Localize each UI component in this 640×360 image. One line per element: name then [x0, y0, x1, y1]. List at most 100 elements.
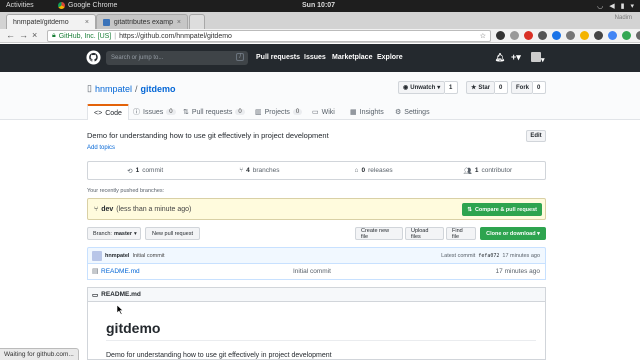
find-file-button[interactable]: Find file	[446, 227, 476, 240]
branch-select-button[interactable]: Branch: master ▾	[87, 227, 141, 240]
activities-button[interactable]: Activities	[6, 2, 34, 9]
chevron-down-icon: ▾	[630, 3, 634, 10]
add-topics-link[interactable]: Add topics	[87, 145, 115, 151]
tab-insights[interactable]: ▦ Insights	[344, 104, 390, 120]
chrome-icon	[58, 2, 65, 9]
extension-icon[interactable]	[524, 31, 533, 40]
fork-button[interactable]: Fork	[511, 81, 533, 94]
extension-icon[interactable]	[552, 31, 561, 40]
address-bar[interactable]: 🔒︎ GitHub, Inc. [US] | https://github.co…	[47, 30, 491, 42]
stat-branches[interactable]: ⑂ 4 branches	[202, 162, 316, 179]
tab-issues[interactable]: ⓘ Issues 0	[127, 104, 182, 120]
stop-icon[interactable]: ×	[32, 30, 37, 40]
upload-files-button[interactable]: Upload files	[405, 227, 444, 240]
watch-count[interactable]: 1	[445, 81, 458, 94]
edit-description-button[interactable]: Edit	[526, 130, 546, 142]
stat-commits[interactable]: ⟲ 1 commit	[88, 162, 202, 179]
star-icon: ★	[471, 85, 477, 91]
unwatch-button[interactable]: ◉ Unwatch ▾	[398, 81, 445, 94]
mouse-cursor-icon	[117, 305, 124, 315]
forward-arrow-icon[interactable]: →	[19, 30, 28, 40]
tab-code[interactable]: <> Code	[87, 104, 129, 120]
extension-icon[interactable]	[608, 31, 617, 40]
extension-icon[interactable]	[566, 31, 575, 40]
notifications-bell-icon[interactable]: 🔔︎	[495, 53, 505, 62]
stat-number: 4	[246, 167, 250, 174]
branch-prefix: Branch:	[93, 230, 112, 237]
create-new-plus-icon[interactable]: +▾	[511, 52, 521, 63]
repo-owner-link[interactable]: hnmpatel	[95, 84, 132, 94]
favicon-icon	[103, 18, 110, 26]
file-row[interactable]: ▤ README.md Initial commit 17 minutes ag…	[87, 264, 546, 280]
tab-label: Projects	[264, 108, 290, 116]
readme-header-label: README.md	[101, 291, 141, 298]
recent-branch-name[interactable]: dev	[101, 206, 113, 213]
branch-name: master	[113, 230, 133, 237]
lock-icon: 🔒︎	[52, 32, 56, 39]
latest-commit-meta: Latest commit fefa072 17 minutes ago	[441, 253, 540, 259]
avatar[interactable]: ▾	[531, 52, 545, 64]
system-tray[interactable]: ◡ ◀ ▮ ▾	[597, 2, 634, 10]
create-new-file-button[interactable]: Create new file	[355, 227, 403, 240]
stat-contributors[interactable]: 👥︎ 1 contributor	[431, 162, 545, 179]
profile-name[interactable]: Nadim	[615, 15, 632, 21]
tab-settings[interactable]: ⚙ Settings	[389, 104, 436, 120]
star-count[interactable]: 0	[495, 81, 508, 94]
gear-icon: ⚙	[395, 109, 402, 116]
app-menu[interactable]: Google Chrome	[58, 2, 117, 9]
browser-tab-gitdemo[interactable]: hnmpatel/gitdemo ×	[6, 14, 96, 29]
file-commit-message[interactable]: Initial commit	[293, 268, 331, 275]
extension-icon[interactable]	[622, 31, 631, 40]
extension-icon[interactable]	[496, 31, 505, 40]
github-logo-icon[interactable]	[86, 50, 101, 65]
tab-label: Settings	[404, 108, 430, 116]
bookmark-star-icon[interactable]: ☆	[480, 32, 486, 40]
commit-sha[interactable]: fefa072	[478, 253, 499, 259]
tab-projects[interactable]: ▥ Projects 0	[249, 104, 308, 120]
nav-pull-requests[interactable]: Pull requests	[256, 54, 300, 61]
compare-pull-request-button[interactable]: ⇅ Compare & pull request	[462, 203, 542, 216]
latest-commit-prefix: Latest commit	[441, 253, 476, 259]
extension-icon[interactable]	[538, 31, 547, 40]
stat-number: 0	[361, 167, 366, 174]
browser-tab-gitattributes[interactable]: gitattributes examp ×	[96, 14, 188, 29]
recent-branch-info: ⑂ dev (less than a minute ago)	[94, 206, 191, 213]
app-name: Google Chrome	[68, 2, 118, 9]
commit-age: 17 minutes ago	[502, 253, 540, 259]
stat-releases[interactable]: ⌂ 0 releases	[317, 162, 431, 179]
nav-issues[interactable]: Issues	[304, 54, 326, 61]
repo-description: Demo for understanding how to use git ef…	[87, 131, 329, 140]
tab-wiki[interactable]: ▭ Wiki	[306, 104, 341, 120]
new-tab-button[interactable]	[189, 14, 205, 29]
extension-icon[interactable]	[510, 31, 519, 40]
tab-pull-requests[interactable]: ⇅ Pull requests 0	[177, 104, 251, 120]
new-pull-request-button[interactable]: New pull request	[145, 227, 200, 240]
clock[interactable]: Sun 10:07	[302, 2, 335, 9]
github-search-input[interactable]: Search or jump to... /	[106, 51, 248, 65]
extension-icon[interactable]	[594, 31, 603, 40]
branch-icon: ⑂	[239, 167, 244, 174]
close-icon[interactable]: ×	[177, 19, 181, 26]
extension-icon[interactable]	[580, 31, 589, 40]
browser-status-bubble: Waiting for github.com...	[0, 348, 79, 360]
author-avatar[interactable]	[92, 251, 102, 261]
extension-icon[interactable]	[636, 31, 640, 40]
unwatch-label: Unwatch	[410, 84, 436, 91]
back-arrow-icon[interactable]: ←	[6, 30, 15, 40]
tag-icon: ⌂	[354, 167, 359, 174]
fork-count[interactable]: 0	[533, 81, 546, 94]
recently-pushed-label: Your recently pushed branches:	[87, 188, 165, 194]
star-button[interactable]: ★ Star	[466, 81, 495, 94]
clone-download-button[interactable]: Clone or download ▾	[480, 227, 546, 240]
project-icon: ▥	[255, 109, 262, 116]
file-name-link[interactable]: README.md	[101, 268, 140, 275]
repo-name-link[interactable]: gitdemo	[141, 84, 176, 94]
nav-marketplace[interactable]: Marketplace	[332, 54, 372, 61]
commit-author[interactable]: hnmpatel	[105, 253, 129, 259]
tab-counter: 0	[166, 109, 176, 115]
nav-explore[interactable]: Explore	[377, 54, 403, 61]
history-icon: ⟲	[127, 167, 133, 175]
commit-message[interactable]: Initial commit	[132, 253, 164, 259]
people-icon: 👥︎	[463, 167, 472, 175]
close-icon[interactable]: ×	[85, 19, 89, 26]
